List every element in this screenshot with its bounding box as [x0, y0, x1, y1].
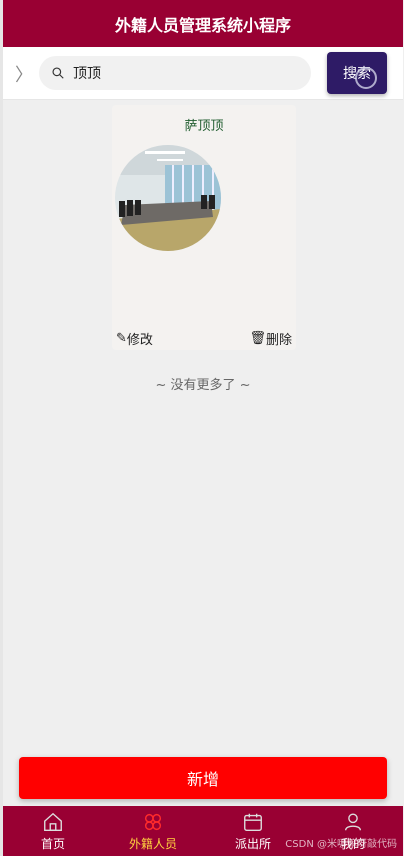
edit-label: 修改: [126, 333, 153, 348]
title-bar: 外籍人员管理系统小程序: [3, 0, 403, 47]
search-input[interactable]: [71, 64, 295, 82]
no-more-text: ~ 没有更多了 ~: [155, 378, 251, 393]
person-card[interactable]: 萨顶顶 ✎ 修改 🗑 删除: [112, 105, 296, 350]
tab-home[interactable]: 首页: [3, 806, 103, 856]
person-photo: [115, 145, 221, 251]
watermark: CSDN @米哪嘛呀敲代码: [285, 839, 397, 850]
edit-icon: ✎: [116, 331, 127, 346]
delete-button[interactable]: 🗑 删除: [249, 329, 292, 348]
user-icon: [344, 813, 362, 830]
search-button[interactable]: 搜索: [327, 52, 387, 94]
page-title: 外籍人员管理系统小程序: [114, 15, 291, 35]
left-edge: [0, 0, 3, 856]
home-icon: [44, 812, 62, 831]
search-icon: [52, 67, 64, 79]
loading-ring-icon: [355, 67, 377, 89]
calendar-icon: [244, 813, 262, 831]
search-row: 〉 搜索: [3, 47, 403, 100]
foreigners-icon: [144, 813, 162, 830]
trash-icon: 🗑: [249, 331, 266, 346]
tab-foreigners[interactable]: 外籍人员: [103, 806, 203, 856]
tab-police-station-label: 派出所: [234, 836, 271, 851]
chevron-right-icon[interactable]: 〉: [15, 61, 33, 87]
card-actions: ✎ 修改 🗑 删除: [116, 329, 292, 348]
person-name: 萨顶顶: [184, 119, 224, 134]
add-button[interactable]: 新增: [19, 757, 387, 799]
tab-home-label: 首页: [40, 836, 65, 851]
delete-label: 删除: [265, 333, 292, 348]
edit-button[interactable]: ✎ 修改: [116, 329, 153, 348]
tab-bar: 首页 外籍人员 派出所 我的 CSDN @米哪嘛呀敲代码: [3, 806, 403, 856]
add-button-label: 新增: [186, 770, 219, 789]
app-frame: 外籍人员管理系统小程序 〉 搜索 萨顶顶: [0, 0, 404, 856]
search-box[interactable]: [39, 56, 311, 90]
tab-foreigners-label: 外籍人员: [128, 836, 177, 851]
